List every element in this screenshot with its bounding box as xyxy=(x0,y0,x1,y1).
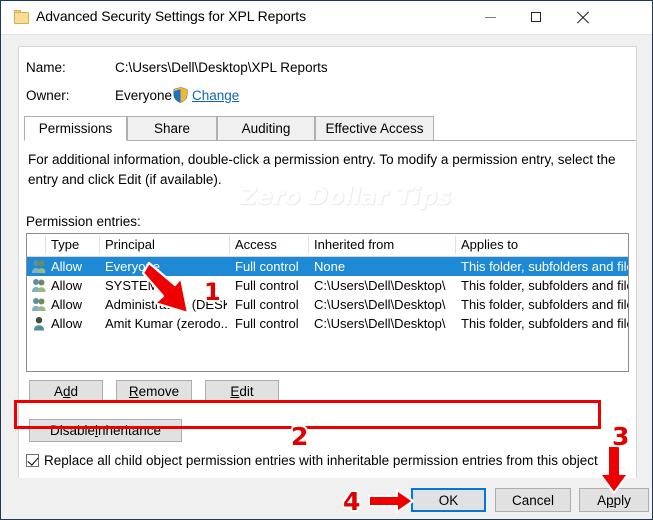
maximize-button[interactable] xyxy=(513,1,559,33)
cell-applies-to: This folder, subfolders and files xyxy=(461,259,629,274)
minimize-icon xyxy=(467,1,513,33)
cell-inherited-from: C:\Users\Dell\Desktop\ xyxy=(314,278,446,293)
checkmark-icon xyxy=(27,454,39,466)
tab-strip: Permissions Share Auditing Effective Acc… xyxy=(19,116,636,141)
edit-label-mnemonic: E xyxy=(230,384,240,399)
cell-principal: SYSTEM xyxy=(105,278,159,293)
tab-permissions[interactable]: Permissions xyxy=(24,116,127,141)
list-header-row: Type Principal Access Inherited from App… xyxy=(27,234,628,257)
uac-shield-icon xyxy=(173,87,188,103)
cell-access: Full control xyxy=(235,259,299,274)
minimize-button[interactable] xyxy=(467,1,513,33)
cell-type: Allow xyxy=(51,297,83,312)
tab-share[interactable]: Share xyxy=(127,116,217,141)
cell-applies-to: This folder, subfolders and files xyxy=(461,297,629,312)
owner-value: Everyone xyxy=(115,88,173,103)
cell-access: Full control xyxy=(235,278,299,293)
close-icon xyxy=(559,1,605,33)
cell-principal: Amit Kumar (zerodo... xyxy=(105,316,227,331)
remove-button[interactable]: Remove xyxy=(116,380,192,403)
table-row[interactable]: Allow SYSTEM Full control C:\Users\Dell\… xyxy=(27,276,628,295)
column-header-type[interactable]: Type xyxy=(51,237,79,252)
remove-label-post: emove xyxy=(138,384,180,399)
edit-label-post: dit xyxy=(239,384,254,399)
checkbox-box[interactable] xyxy=(26,454,39,467)
disable-label-post: nheritance xyxy=(97,423,162,438)
cancel-button[interactable]: Cancel xyxy=(495,488,571,512)
group-icon xyxy=(32,279,46,292)
apply-label-pre: A xyxy=(597,492,607,508)
group-icon xyxy=(32,260,46,273)
cell-type: Allow xyxy=(51,259,83,274)
cell-type: Allow xyxy=(51,278,83,293)
cell-inherited-from: C:\Users\Dell\Desktop\ xyxy=(314,316,446,331)
checkbox-label: Replace all child object permission entr… xyxy=(44,453,598,468)
add-label-post: d xyxy=(70,384,79,399)
content-panel: Name: C:\Users\Dell\Desktop\XPL Reports … xyxy=(18,46,637,480)
apply-label-mnemonic: p xyxy=(606,492,614,508)
cell-access: Full control xyxy=(235,297,299,312)
add-label-mnemonic: d xyxy=(62,384,71,399)
window-title: Advanced Security Settings for XPL Repor… xyxy=(36,8,306,24)
change-owner-link[interactable]: Change xyxy=(192,88,239,103)
disable-inheritance-button[interactable]: Disable i nheritance xyxy=(29,419,182,442)
add-label-pre: A xyxy=(53,384,63,399)
permission-entries-list[interactable]: Type Principal Access Inherited from App… xyxy=(26,233,629,372)
replace-child-permissions-checkbox[interactable]: Replace all child object permission entr… xyxy=(26,449,623,472)
close-button[interactable] xyxy=(559,1,605,33)
title-bar: Advanced Security Settings for XPL Repor… xyxy=(1,1,652,35)
tab-effective-access[interactable]: Effective Access xyxy=(315,116,434,141)
cell-inherited-from: C:\Users\Dell\Desktop\ xyxy=(314,297,446,312)
column-header-applies-to[interactable]: Applies to xyxy=(461,237,518,252)
column-header-principal[interactable]: Principal xyxy=(105,237,155,252)
cell-applies-to: This folder, subfolders and files xyxy=(461,278,629,293)
group-icon xyxy=(32,298,46,311)
disable-label-pre: Disable xyxy=(49,423,95,438)
name-label: Name: xyxy=(26,60,66,75)
advanced-security-settings-window: Advanced Security Settings for XPL Repor… xyxy=(0,0,653,520)
maximize-icon xyxy=(513,1,559,33)
name-value: C:\Users\Dell\Desktop\XPL Reports xyxy=(115,60,328,75)
cell-principal: Everyone xyxy=(105,259,160,274)
edit-button[interactable]: Edit xyxy=(205,380,279,403)
ok-button[interactable]: OK xyxy=(411,488,486,512)
folder-icon xyxy=(14,10,29,24)
description-text: For additional information, double-click… xyxy=(28,152,616,187)
remove-label-mnemonic: R xyxy=(128,384,139,399)
table-row[interactable]: Allow Everyone Full control None This fo… xyxy=(27,257,628,276)
cell-applies-to: This folder, subfolders and files xyxy=(461,316,629,331)
owner-label: Owner: xyxy=(26,88,70,103)
cell-type: Allow xyxy=(51,316,83,331)
cell-principal: Administrators (DESK... xyxy=(105,297,227,312)
table-row[interactable]: Allow Administrators (DESK... Full contr… xyxy=(27,295,628,314)
table-row[interactable]: Allow Amit Kumar (zerodo... Full control… xyxy=(27,314,628,333)
apply-label-post: ply xyxy=(613,492,631,508)
tab-auditing[interactable]: Auditing xyxy=(217,116,315,141)
cell-access: Full control xyxy=(235,316,299,331)
apply-button[interactable]: Ap ply xyxy=(579,488,649,512)
permission-entries-label: Permission entries: xyxy=(26,214,141,229)
add-button[interactable]: Add xyxy=(29,380,103,403)
column-header-inherited-from[interactable]: Inherited from xyxy=(314,237,394,252)
column-header-access[interactable]: Access xyxy=(235,237,277,252)
user-icon xyxy=(34,317,44,331)
cell-inherited-from: None xyxy=(314,259,346,274)
